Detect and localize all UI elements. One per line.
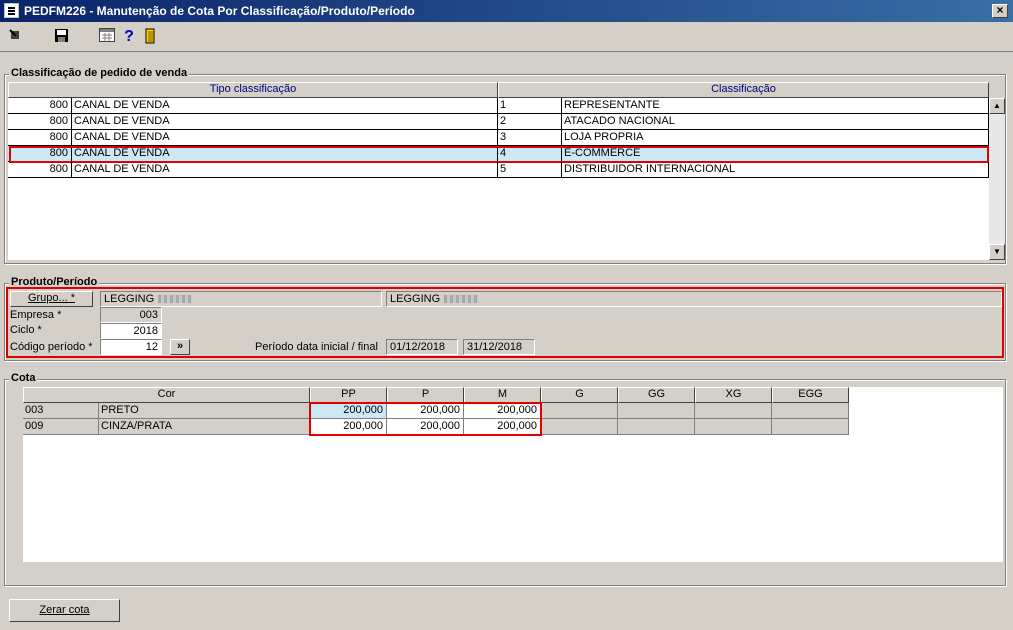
table-row[interactable]: 800 CANAL DE VENDA 3 LOJA PROPRIA [8, 130, 989, 146]
header-pp[interactable]: PP [310, 387, 387, 403]
cell-class-desc: DISTRIBUIDOR INTERNACIONAL [562, 162, 989, 178]
cell-tipo-desc: CANAL DE VENDA [72, 114, 498, 130]
header-xg[interactable]: XG [695, 387, 772, 403]
cell-cor-name: PRETO [99, 403, 310, 419]
table-row[interactable]: 800 CANAL DE VENDA 2 ATACADO NACIONAL [8, 114, 989, 130]
cell-tipo-desc: CANAL DE VENDA [72, 130, 498, 146]
cell-class-code: 5 [498, 162, 562, 178]
data-final-field: 31/12/2018 [463, 339, 535, 355]
cell-qty-gg[interactable] [618, 419, 695, 435]
redacted-text [158, 295, 193, 304]
quantity-highlight [309, 402, 542, 436]
header-p[interactable]: P [387, 387, 464, 403]
vertical-scrollbar[interactable] [989, 98, 1005, 260]
cell-cor-code: 009 [23, 419, 99, 435]
codigo-periodo-label: Código período * [10, 341, 93, 353]
exit-icon[interactable] [6, 28, 24, 46]
header-cor[interactable]: Cor [23, 387, 310, 403]
cell-qty-egg[interactable] [772, 403, 849, 419]
next-period-button[interactable]: » [170, 339, 190, 355]
grupo-description-field: LEGGING [386, 291, 1002, 307]
header-gg[interactable]: GG [618, 387, 695, 403]
cell-tipo-code: 800 [8, 114, 72, 130]
scroll-up-arrow[interactable]: ▲ [989, 98, 1005, 114]
close-button[interactable]: × [992, 4, 1008, 18]
title-bar: PEDFM226 - Manutenção de Cota Por Classi… [0, 0, 1013, 22]
calculator-icon[interactable] [98, 28, 116, 46]
grupo-field: LEGGING [100, 291, 382, 307]
cell-tipo-code: 800 [8, 130, 72, 146]
zerar-cota-button[interactable]: Zerar cota [9, 599, 120, 622]
grupo-description-value: LEGGING [390, 293, 441, 305]
cell-tipo-code: 800 [8, 98, 72, 114]
cell-qty-xg[interactable] [695, 419, 772, 435]
cell-cor-name: CINZA/PRATA [99, 419, 310, 435]
grupo-value: LEGGING [104, 293, 155, 305]
redacted-text [444, 295, 479, 304]
header-classificacao[interactable]: Classificação [498, 82, 989, 98]
header-tipo-classificacao[interactable]: Tipo classificação [8, 82, 498, 98]
cell-class-code: 2 [498, 114, 562, 130]
header-egg[interactable]: EGG [772, 387, 849, 403]
cell-tipo-desc: CANAL DE VENDA [72, 162, 498, 178]
scroll-down-arrow[interactable]: ▼ [989, 244, 1005, 260]
cell-tipo-desc: CANAL DE VENDA [72, 98, 498, 114]
cell-class-desc: ATACADO NACIONAL [562, 114, 989, 130]
zerar-cota-label: Zerar cota [39, 604, 90, 616]
help-icon[interactable]: ? [120, 28, 138, 46]
selection-highlight [9, 146, 989, 163]
grupo-button[interactable]: Grupo... * [10, 291, 93, 307]
header-g[interactable]: G [541, 387, 618, 403]
save-icon[interactable] [52, 28, 70, 46]
cell-qty-egg[interactable] [772, 419, 849, 435]
ciclo-label: Ciclo * [10, 324, 42, 336]
cell-qty-g[interactable] [541, 419, 618, 435]
app-icon [4, 3, 19, 18]
cell-class-code: 1 [498, 98, 562, 114]
empresa-label: Empresa * [10, 309, 62, 321]
empresa-field: 003 [100, 307, 162, 323]
cell-class-desc: REPRESENTANTE [562, 98, 989, 114]
periodo-data-label: Período data inicial / final [255, 341, 378, 353]
cell-qty-g[interactable] [541, 403, 618, 419]
door-icon[interactable] [142, 28, 160, 46]
header-m[interactable]: M [464, 387, 541, 403]
cell-qty-gg[interactable] [618, 403, 695, 419]
table-row[interactable]: 800 CANAL DE VENDA 1 REPRESENTANTE [8, 98, 989, 114]
ciclo-input[interactable]: 2018 [100, 323, 162, 339]
cell-class-code: 3 [498, 130, 562, 146]
cell-class-desc: LOJA PROPRIA [562, 130, 989, 146]
toolbar: ? [0, 22, 1013, 52]
cell-qty-xg[interactable] [695, 403, 772, 419]
cell-tipo-code: 800 [8, 162, 72, 178]
classification-group-title: Classificação de pedido de venda [9, 67, 190, 79]
codigo-periodo-input[interactable]: 12 [100, 339, 162, 355]
data-inicial-field: 01/12/2018 [386, 339, 458, 355]
cell-cor-code: 003 [23, 403, 99, 419]
window-title: PEDFM226 - Manutenção de Cota Por Classi… [24, 4, 415, 18]
table-row[interactable]: 800 CANAL DE VENDA 5 DISTRIBUIDOR INTERN… [8, 162, 989, 178]
cota-group-title: Cota [9, 372, 38, 384]
